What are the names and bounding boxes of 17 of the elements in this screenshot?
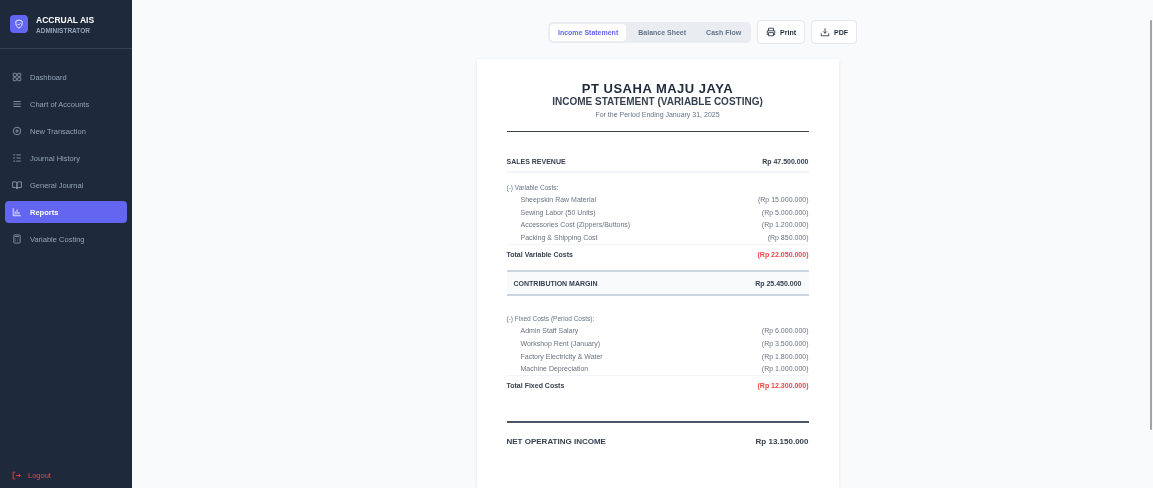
calculator-icon [12,234,22,244]
scrollbar[interactable] [1150,20,1152,430]
company-name: PT USAHA MAJU JAYA [580,81,735,96]
row-label: NET OPERATING INCOME [506,436,606,446]
app-name: ACCRUAL AIS [36,14,95,25]
shield-icon [10,15,28,33]
printer-icon [766,27,777,37]
logout-icon [12,471,21,480]
download-icon [820,27,831,37]
plus-circle-icon [12,126,22,136]
row-amount: Rp 13.150.000 [755,436,809,446]
book-icon [12,180,22,190]
list-icon [12,99,22,109]
report-title: INCOME STATEMENT (VARIABLE COSTING) [551,96,764,107]
bar-chart-icon [12,207,22,217]
list-icon [12,153,22,163]
grid-icon [12,72,22,82]
